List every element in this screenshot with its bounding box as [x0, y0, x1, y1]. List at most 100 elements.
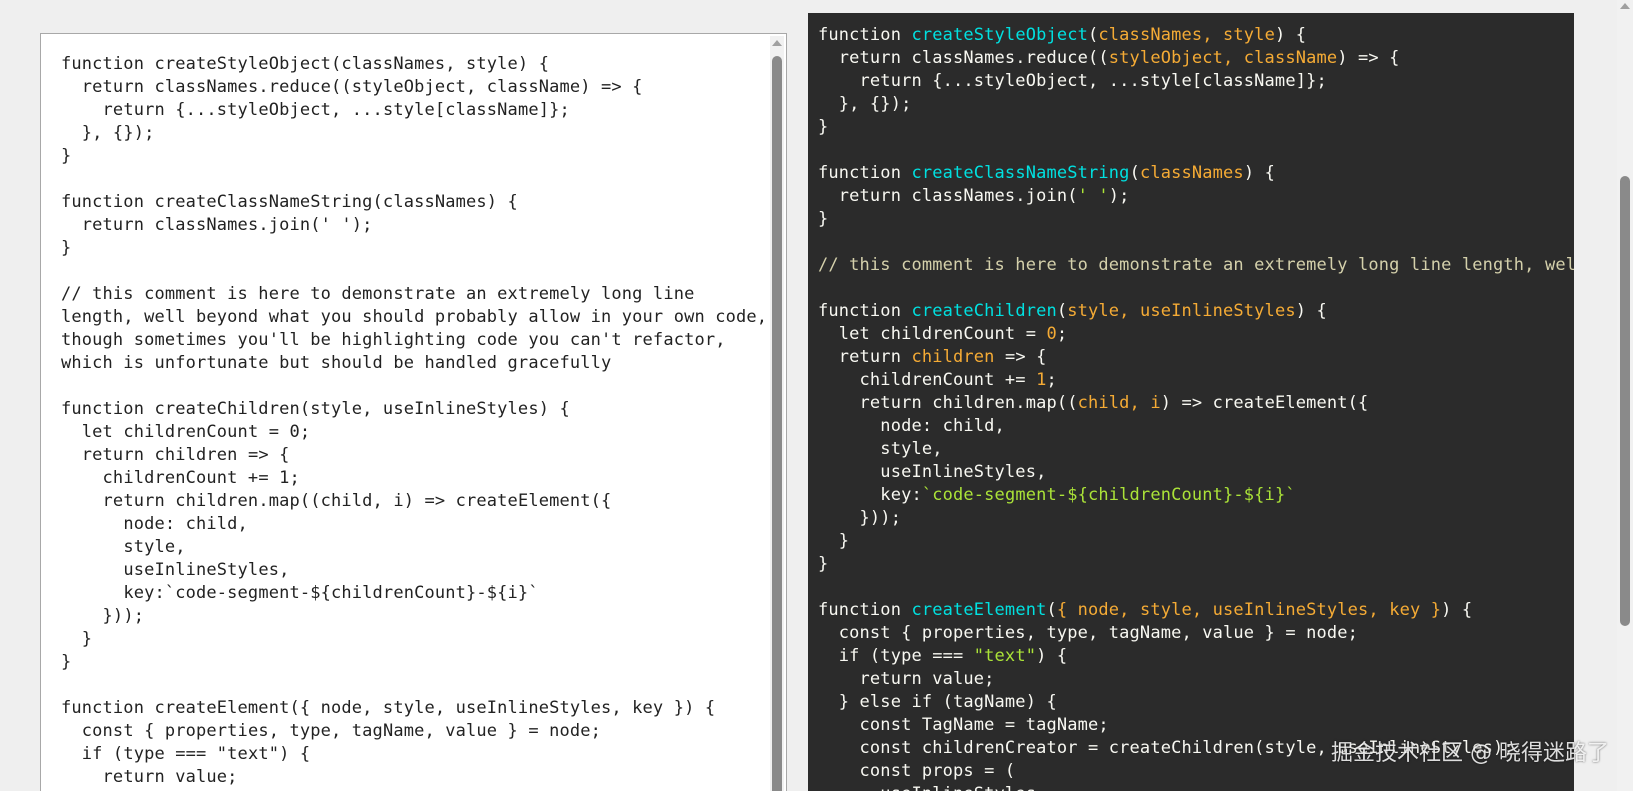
code-line: function createClassNameString(className…	[61, 192, 518, 212]
code-token: (	[1046, 600, 1057, 620]
highlighted-line: }, {});	[818, 93, 1574, 116]
code-token: ) {	[1243, 163, 1275, 183]
highlighted-line: useInlineStyles,	[818, 461, 1574, 484]
code-token: const { properties, type, tagName, value…	[818, 623, 1359, 643]
code-line: return classNames.reduce((styleObject, c…	[61, 77, 643, 97]
code-token: }, {});	[818, 94, 912, 114]
code-line: function createChildren(style, useInline…	[61, 399, 570, 419]
code-line: return classNames.join(' ');	[61, 215, 373, 235]
code-token: ;	[1046, 370, 1057, 390]
code-token: key:	[818, 485, 922, 505]
code-line: which is unfortunate but should be handl…	[61, 353, 612, 373]
code-token: ' '	[1077, 186, 1109, 206]
highlighted-code-content: function createStyleObject(classNames, s…	[818, 24, 1574, 791]
highlighted-line	[818, 576, 1574, 599]
code-token: function	[818, 163, 912, 183]
code-token: useInlineStyles	[818, 784, 1036, 791]
code-line: }	[61, 652, 72, 672]
code-line: }	[61, 238, 72, 258]
code-token: }	[818, 209, 829, 229]
code-token: ) {	[1036, 646, 1068, 666]
highlighted-line: }	[818, 553, 1574, 576]
code-token: child, i	[1077, 393, 1161, 413]
code-token: ) {	[1441, 600, 1473, 620]
code-line: let childrenCount = 0;	[61, 422, 311, 442]
code-line: return value;	[61, 767, 238, 787]
code-line: though sometimes you'll be highlighting …	[61, 330, 726, 350]
textarea-scroll-thumb[interactable]	[772, 56, 782, 791]
page-scrollbar[interactable]	[1617, 0, 1633, 791]
highlighted-line: return classNames.join(' ');	[818, 185, 1574, 208]
code-token: return classNames.reduce((	[818, 48, 1109, 68]
code-token: function	[818, 301, 912, 321]
code-token: return {...styleObject, ...style[classNa…	[818, 71, 1327, 91]
code-line: length, well beyond what you should prob…	[61, 307, 768, 327]
code-token: classNames	[1139, 163, 1244, 183]
code-token: }	[818, 531, 850, 551]
code-line: return children.map((child, i) => create…	[61, 491, 612, 511]
code-token: 0	[1046, 324, 1057, 344]
code-token: createClassNameString	[911, 163, 1130, 183]
code-token: 1	[1036, 370, 1047, 390]
code-token: if (type ===	[818, 646, 974, 666]
code-token: );	[1108, 186, 1130, 206]
highlighted-code-panel: function createStyleObject(classNames, s…	[808, 13, 1574, 791]
highlighted-line: }	[818, 208, 1574, 231]
highlighted-line: }));	[818, 507, 1574, 530]
highlighted-line: function createElement({ node, style, us…	[818, 599, 1574, 622]
highlighted-line: } else if (tagName) {	[818, 691, 1574, 714]
watermark-text: 掘金技术社区 @ 晓得迷路了	[1331, 741, 1609, 766]
scroll-up-arrow-icon[interactable]	[772, 40, 782, 46]
code-line: childrenCount += 1;	[61, 468, 300, 488]
code-token: return classNames.join(	[818, 186, 1078, 206]
textarea-scrollbar[interactable]	[770, 36, 784, 791]
highlighted-line: key:`code-segment-${childrenCount}-${i}`	[818, 484, 1574, 507]
plain-code-content[interactable]: function createStyleObject(classNames, s…	[61, 53, 773, 789]
code-line: return children => {	[61, 445, 290, 465]
code-token: useInlineStyles,	[818, 462, 1047, 482]
plain-code-textarea[interactable]: function createStyleObject(classNames, s…	[40, 33, 787, 791]
highlighted-line: }	[818, 530, 1574, 553]
code-line: useInlineStyles,	[61, 560, 290, 580]
page: function createStyleObject(classNames, s…	[0, 0, 1633, 791]
highlighted-line: const { properties, type, tagName, value…	[818, 622, 1574, 645]
highlighted-line: function createChildren(style, useInline…	[818, 300, 1574, 323]
code-token: createElement	[911, 600, 1047, 620]
code-token: const TagName = tagName;	[818, 715, 1109, 735]
code-token: => {	[994, 347, 1047, 367]
highlighted-line: if (type === "text") {	[818, 645, 1574, 668]
highlighted-line	[818, 139, 1574, 162]
code-token: createStyleObject	[911, 25, 1089, 45]
code-token: const props = (	[818, 761, 1016, 781]
code-line: node: child,	[61, 514, 248, 534]
code-line: }));	[61, 606, 145, 626]
code-token: ) {	[1274, 25, 1307, 45]
highlighted-line: // this comment is here to demonstrate a…	[818, 254, 1574, 277]
highlighted-line: }	[818, 116, 1574, 139]
code-line: function createStyleObject(classNames, s…	[61, 54, 550, 74]
highlighted-line	[818, 231, 1574, 254]
code-token: ) {	[1295, 301, 1327, 321]
code-line: key:`code-segment-${childrenCount}-${i}`	[61, 583, 539, 603]
code-token: (	[1056, 301, 1068, 321]
highlighted-line: return value;	[818, 668, 1574, 691]
highlighted-line: const TagName = tagName;	[818, 714, 1574, 737]
code-line: style,	[61, 537, 186, 557]
highlighted-line: useInlineStyles	[818, 783, 1574, 791]
code-token: childrenCount +=	[818, 370, 1037, 390]
page-scroll-thumb[interactable]	[1620, 176, 1630, 626]
code-token: style,	[818, 439, 943, 459]
highlighted-line: return classNames.reduce((styleObject, c…	[818, 47, 1574, 70]
scroll-up-arrow-icon[interactable]	[1620, 3, 1630, 9]
code-token: return	[818, 347, 912, 367]
highlighted-line	[818, 277, 1574, 300]
code-line: if (type === "text") {	[61, 744, 311, 764]
code-token: function	[818, 25, 912, 45]
code-token: ) => createElement({	[1160, 393, 1369, 413]
code-line: return {...styleObject, ...style[classNa…	[61, 100, 570, 120]
code-token: createChildren	[911, 301, 1057, 321]
code-token: ;	[1056, 324, 1068, 344]
